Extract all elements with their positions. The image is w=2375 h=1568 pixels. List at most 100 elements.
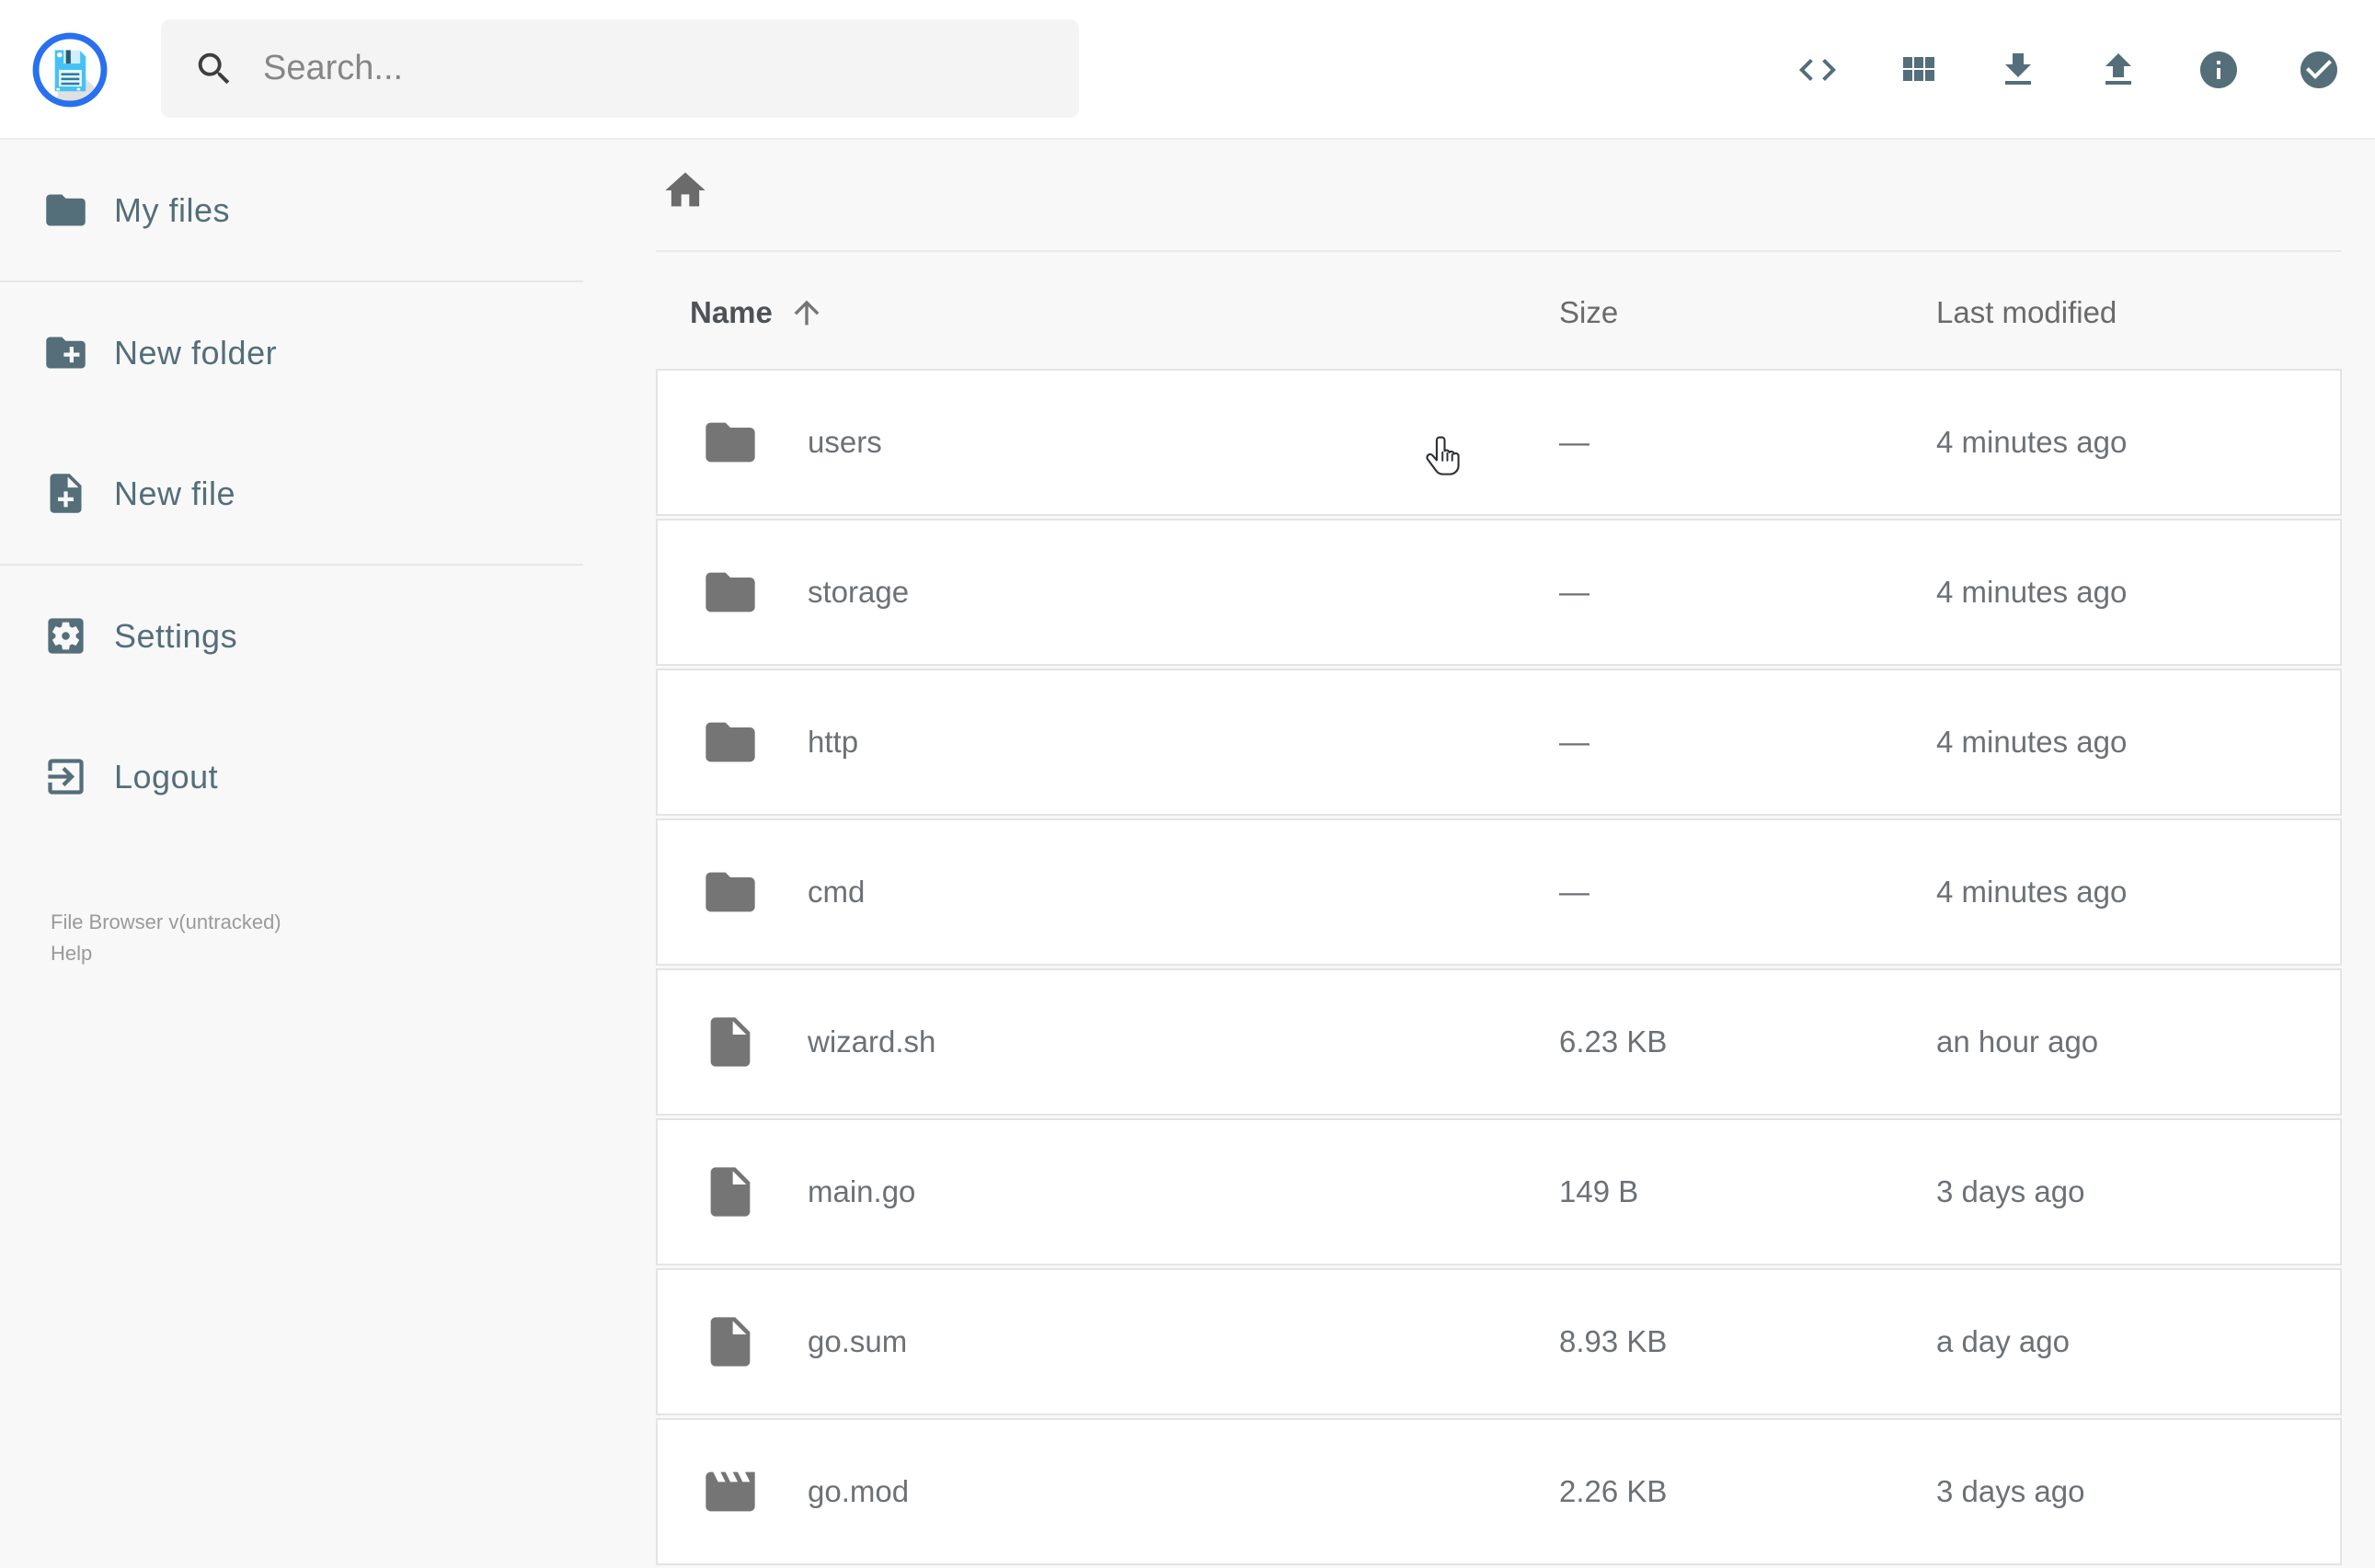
sidebar-item-label: My files (114, 191, 230, 230)
file-row-cmd[interactable]: cmd —4 minutes ago (656, 818, 2342, 966)
folder-icon (701, 713, 760, 772)
listing-column-headers: Name Size Last modified (656, 283, 2342, 342)
gear-icon (42, 612, 89, 659)
file-name: cmd (808, 875, 865, 910)
file-row-main-go[interactable]: main.go149 B3 days ago (656, 1118, 2342, 1265)
folder-icon (701, 563, 760, 622)
grid-view-icon (1896, 48, 1940, 92)
file-size: 2.26 KB (1559, 1474, 1936, 1509)
file-icon (701, 1312, 760, 1371)
download-button[interactable] (1996, 48, 2040, 92)
folder-icon (701, 413, 760, 472)
file-size: 6.23 KB (1559, 1024, 1936, 1059)
home-icon (661, 166, 709, 214)
file-name: users (808, 425, 882, 460)
folder-icon (701, 863, 760, 921)
logout-icon (42, 753, 89, 800)
file-name: go.mod (808, 1474, 909, 1509)
folder-icon (701, 713, 760, 772)
file-row-users[interactable]: users —4 minutes ago (656, 369, 2342, 516)
file-modified: 4 minutes ago (1936, 575, 2340, 610)
version-link[interactable]: File Browser v(untracked) (51, 907, 281, 938)
app-logo[interactable] (30, 30, 109, 109)
file-name: storage (808, 575, 909, 610)
folder-icon (701, 413, 760, 472)
file-icon (701, 1162, 760, 1221)
movie-file-icon (701, 1462, 760, 1521)
file-row-storage[interactable]: storage —4 minutes ago (656, 519, 2342, 666)
file-list: users—4 minutes agostorage—4 minutes ago… (656, 369, 2342, 1568)
sidebar-item-label: New file (114, 475, 235, 513)
sort-by-modified-header[interactable]: Last modified (1936, 295, 2342, 330)
file-icon (701, 1013, 760, 1071)
file-plus-icon (42, 470, 89, 517)
gear-icon (42, 612, 89, 659)
file-row-wizard-sh[interactable]: wizard.sh6.23 KBan hour ago (656, 968, 2342, 1116)
file-icon (701, 1013, 760, 1071)
sidebar-item-logout[interactable]: Logout (0, 706, 583, 847)
file-modified: an hour ago (1936, 1024, 2340, 1059)
sidebar-item-my-files[interactable]: My files (0, 140, 583, 280)
sidebar-item-label: Logout (114, 758, 218, 796)
file-name-cell: main.go (658, 1162, 1559, 1221)
sort-by-name-header[interactable]: Name (656, 294, 1559, 331)
sidebar-item-new-file[interactable]: New file (0, 423, 583, 564)
help-link[interactable]: Help (51, 938, 281, 969)
sidebar-item-label: Settings (114, 617, 237, 656)
breadcrumb-divider (656, 250, 2342, 252)
switch-view-button[interactable] (1896, 48, 1940, 92)
folder-icon (701, 563, 760, 622)
movie-file-icon (701, 1462, 760, 1521)
file-plus-icon (42, 470, 89, 517)
file-name-cell: go.sum (658, 1312, 1559, 1371)
sort-by-size-header[interactable]: Size (1559, 295, 1936, 330)
check-circle-icon (2297, 48, 2341, 92)
file-listing-panel: Name Size Last modified users—4 minutes … (583, 140, 2375, 1527)
search-icon (193, 48, 235, 90)
folder-icon (42, 187, 89, 234)
file-icon (701, 1162, 760, 1221)
info-icon (2197, 48, 2241, 92)
file-modified: 4 minutes ago (1936, 875, 2340, 910)
file-icon (701, 1312, 760, 1371)
folder-icon (42, 187, 89, 234)
sidebar-footer: File Browser v(untracked) Help (51, 907, 281, 969)
logout-icon (42, 753, 89, 800)
search-input[interactable] (261, 48, 1034, 89)
file-name: http (808, 725, 858, 760)
file-modified: 4 minutes ago (1936, 425, 2340, 460)
select-multiple-button[interactable] (2297, 48, 2341, 92)
info-button[interactable] (2197, 48, 2241, 92)
file-size: — (1559, 725, 1936, 760)
file-name-cell: users (658, 413, 1559, 472)
file-modified: 3 days ago (1936, 1174, 2340, 1209)
upload-button[interactable] (2096, 48, 2140, 92)
download-icon (1996, 48, 2040, 92)
open-shell-button[interactable] (1796, 48, 1840, 92)
file-modified: 4 minutes ago (1936, 725, 2340, 760)
file-size: — (1559, 875, 1936, 910)
file-row-go-sum[interactable]: go.sum8.93 KBa day ago (656, 1268, 2342, 1415)
arrow-up-icon (788, 294, 825, 331)
file-name-cell: http (658, 713, 1559, 772)
search-bar[interactable] (161, 19, 1079, 118)
search-icon (193, 48, 235, 90)
folder-plus-icon (42, 329, 89, 376)
file-name-cell: storage (658, 563, 1559, 622)
breadcrumb-home-button[interactable] (661, 166, 711, 215)
file-size: — (1559, 575, 1936, 610)
file-row-http[interactable]: http —4 minutes ago (656, 669, 2342, 816)
sidebar-item-new-folder[interactable]: New folder (0, 282, 583, 423)
file-size: 149 B (1559, 1174, 1936, 1209)
folder-icon (701, 863, 760, 921)
file-name-cell: go.mod (658, 1462, 1559, 1521)
file-size: 8.93 KB (1559, 1324, 1936, 1359)
upload-icon (2096, 48, 2140, 92)
sidebar: My files New folder New file Settings Logout… (0, 140, 583, 1527)
floppy-disk-logo-icon (30, 30, 109, 109)
folder-plus-icon (42, 329, 89, 376)
code-icon (1796, 48, 1840, 92)
file-row-go-mod[interactable]: go.mod2.26 KB3 days ago (656, 1418, 2342, 1565)
file-size: — (1559, 425, 1936, 460)
sidebar-item-settings[interactable]: Settings (0, 566, 583, 706)
